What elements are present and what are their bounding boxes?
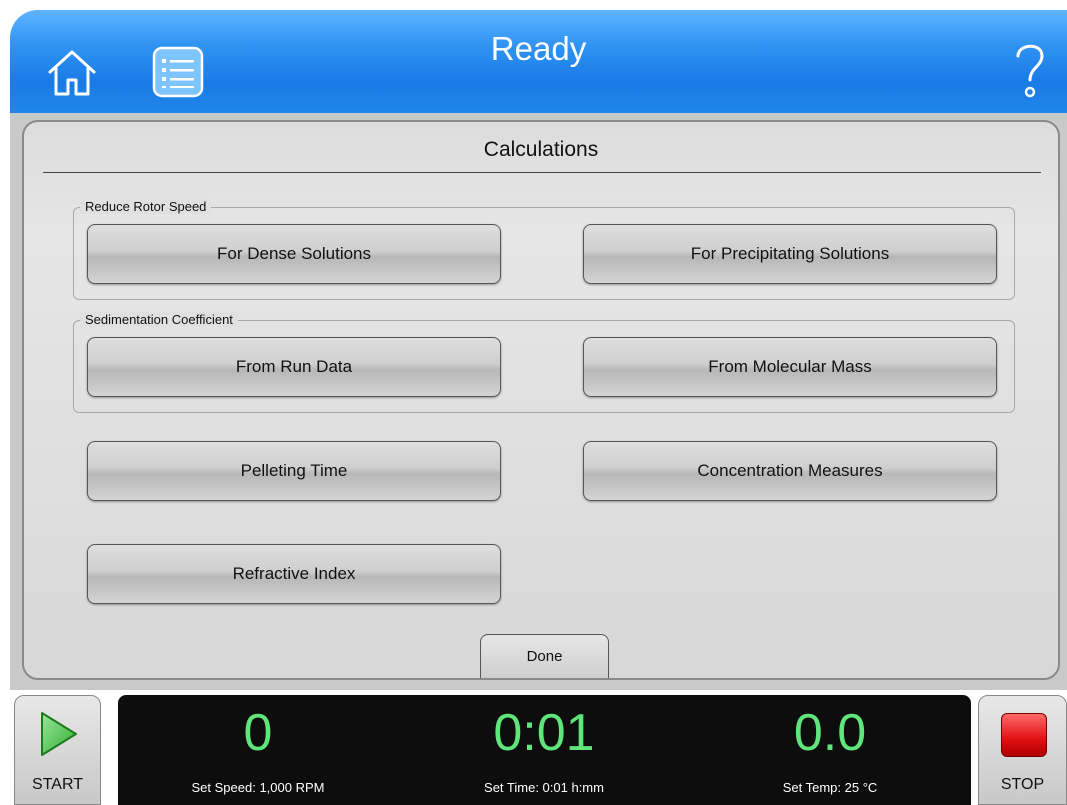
help-button[interactable] bbox=[1010, 36, 1050, 106]
group-label-sedimentation-coefficient: Sedimentation Coefficient bbox=[80, 312, 238, 327]
play-icon bbox=[41, 712, 77, 756]
stop-label: STOP bbox=[1000, 776, 1045, 793]
from-molecular-mass-button[interactable]: From Molecular Mass bbox=[583, 337, 997, 397]
from-run-data-button[interactable]: From Run Data bbox=[87, 337, 501, 397]
status-display: 0 Set Speed: 1,000 RPM 0:01 Set Time: 0:… bbox=[118, 695, 971, 805]
pelleting-time-button[interactable]: Pelleting Time bbox=[87, 441, 501, 501]
stop-icon bbox=[1001, 713, 1047, 757]
app-screen: Ready Calculations Reduce Rotor Speed Se… bbox=[0, 0, 1067, 805]
group-label-reduce-rotor-speed: Reduce Rotor Speed bbox=[80, 199, 212, 214]
set-temp-label: Set Temp: 25 °C bbox=[782, 780, 878, 795]
calculations-panel: Calculations Reduce Rotor Speed Sediment… bbox=[22, 120, 1060, 680]
concentration-measures-button[interactable]: Concentration Measures bbox=[583, 441, 997, 501]
panel-title: Calculations bbox=[483, 138, 599, 161]
set-time-label: Set Time: 0:01 h:mm bbox=[484, 780, 604, 795]
temp-readout: 0.0 bbox=[793, 704, 867, 762]
start-label: START bbox=[32, 776, 83, 793]
speed-readout: 0 bbox=[243, 704, 273, 762]
done-button[interactable]: Done bbox=[480, 634, 609, 678]
stop-button[interactable]: STOP bbox=[978, 695, 1067, 805]
title-divider bbox=[43, 172, 1041, 173]
precipitating-solutions-button[interactable]: For Precipitating Solutions bbox=[583, 224, 997, 284]
set-speed-label: Set Speed: 1,000 RPM bbox=[191, 780, 325, 795]
status-title: Ready bbox=[490, 30, 587, 67]
header-bar: Ready bbox=[10, 10, 1067, 113]
time-readout: 0:01 bbox=[493, 704, 595, 762]
start-button[interactable]: START bbox=[14, 695, 101, 805]
help-icon bbox=[1016, 44, 1044, 98]
dense-solutions-button[interactable]: For Dense Solutions bbox=[87, 224, 501, 284]
refractive-index-button[interactable]: Refractive Index bbox=[87, 544, 501, 604]
